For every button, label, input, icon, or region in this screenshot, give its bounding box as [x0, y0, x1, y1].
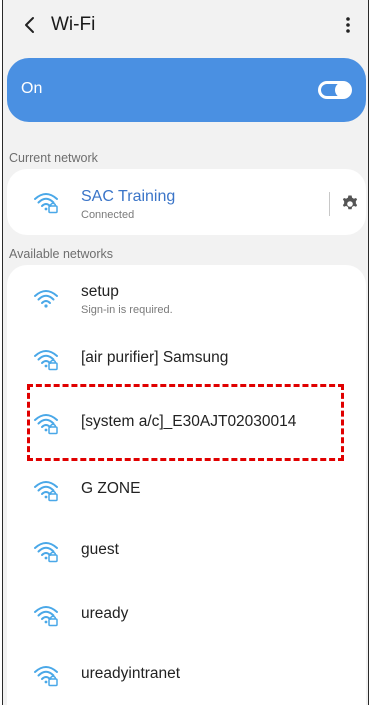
- wifi-settings-screen: Wi-Fi On Current network SAC Training Co…: [2, 0, 369, 705]
- wifi-lock-icon: [34, 414, 58, 435]
- network-item-g-zone[interactable]: G ZONE: [7, 460, 366, 520]
- network-ssid: uready: [81, 605, 129, 622]
- back-button[interactable]: [17, 12, 43, 38]
- network-item-system-ac[interactable]: [system a/c]_E30AJT02030014: [7, 393, 366, 453]
- network-ssid: G ZONE: [81, 480, 141, 497]
- network-ssid: setup: [81, 283, 119, 300]
- chevron-left-icon: [25, 17, 34, 33]
- page-title: Wi-Fi: [51, 14, 96, 35]
- network-ssid: [system a/c]_E30AJT02030014: [81, 413, 297, 430]
- gear-icon: [342, 195, 358, 210]
- network-item-air-purifier[interactable]: [air purifier] Samsung: [7, 329, 366, 389]
- current-network-label: Current network: [9, 151, 98, 165]
- network-item-ureadyintranet[interactable]: ureadyintranet: [7, 645, 366, 705]
- wifi-icon: [34, 290, 58, 308]
- more-options-button[interactable]: [338, 12, 358, 38]
- network-item-setup[interactable]: setup Sign-in is required.: [7, 269, 366, 329]
- current-network-card: SAC Training Connected: [7, 169, 366, 235]
- app-bar: Wi-Fi: [3, 0, 368, 50]
- network-item-guest[interactable]: guest: [7, 521, 366, 581]
- current-network-row[interactable]: SAC Training Connected: [7, 172, 366, 232]
- network-ssid: guest: [81, 541, 119, 558]
- wifi-lock-icon: [34, 666, 58, 687]
- network-sub: Sign-in is required.: [81, 304, 173, 316]
- wifi-switch[interactable]: [318, 81, 352, 99]
- divider: [329, 192, 330, 216]
- wifi-master-toggle[interactable]: On: [7, 58, 366, 122]
- network-item-uready[interactable]: uready: [7, 585, 366, 645]
- wifi-lock-icon: [34, 350, 58, 371]
- available-networks-label: Available networks: [9, 247, 113, 261]
- network-settings-button[interactable]: [337, 191, 363, 217]
- wifi-lock-icon: [34, 606, 58, 627]
- switch-knob: [335, 82, 351, 98]
- current-network-status: Connected: [81, 209, 135, 221]
- network-ssid: ureadyintranet: [81, 665, 181, 682]
- network-ssid: [air purifier] Samsung: [81, 349, 229, 366]
- more-vert-icon: [346, 17, 350, 33]
- current-network-ssid: SAC Training: [81, 188, 176, 205]
- toggle-label: On: [21, 80, 43, 97]
- wifi-lock-icon: [34, 193, 58, 214]
- wifi-lock-icon: [34, 481, 58, 502]
- available-networks-list: setup Sign-in is required. [air purifier…: [7, 265, 366, 705]
- wifi-lock-icon: [34, 542, 58, 563]
